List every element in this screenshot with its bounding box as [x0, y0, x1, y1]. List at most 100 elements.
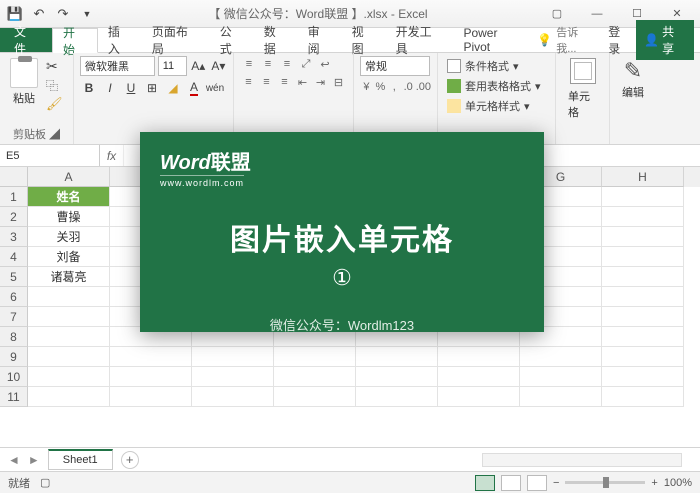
undo-icon[interactable]: ↶	[28, 3, 50, 25]
row-header[interactable]: 10	[0, 367, 28, 387]
zoom-out-icon[interactable]: −	[553, 477, 559, 489]
tab-insert[interactable]: 插入	[98, 28, 142, 52]
cell[interactable]	[274, 387, 356, 407]
macro-record-icon[interactable]: ▢	[40, 476, 50, 489]
cell[interactable]	[602, 307, 684, 327]
font-size-combo[interactable]: 11	[158, 56, 187, 76]
cell[interactable]	[192, 367, 274, 387]
cell-style-button[interactable]: 单元格样式 ▾	[444, 96, 549, 116]
align-center-icon[interactable]: ≡	[258, 74, 275, 90]
cell[interactable]	[274, 367, 356, 387]
cell[interactable]	[192, 347, 274, 367]
cell[interactable]	[438, 387, 520, 407]
merge-icon[interactable]: ⊟	[330, 74, 347, 90]
horizontal-scrollbar[interactable]	[482, 453, 682, 467]
align-top-icon[interactable]: ≡	[240, 56, 258, 72]
cell[interactable]	[602, 227, 684, 247]
number-format-combo[interactable]: 常规	[360, 56, 430, 76]
tab-dev[interactable]: 开发工具	[386, 28, 454, 52]
cell[interactable]	[602, 367, 684, 387]
cell[interactable]	[356, 387, 438, 407]
dec-decimal-icon[interactable]: .00	[416, 79, 431, 95]
view-normal-icon[interactable]	[475, 475, 495, 491]
select-all-corner[interactable]	[0, 167, 28, 187]
redo-icon[interactable]: ↷	[52, 3, 74, 25]
cells-button[interactable]: 单元格	[562, 56, 603, 122]
cell[interactable]	[602, 187, 684, 207]
cell[interactable]	[28, 307, 110, 327]
indent-dec-icon[interactable]: ⇤	[294, 74, 311, 90]
tab-review[interactable]: 审阅	[298, 28, 342, 52]
cell[interactable]	[602, 287, 684, 307]
cell[interactable]	[356, 367, 438, 387]
cell[interactable]	[110, 367, 192, 387]
tab-data[interactable]: 数据	[254, 28, 298, 52]
view-pagebreak-icon[interactable]	[527, 475, 547, 491]
align-bot-icon[interactable]: ≡	[278, 56, 296, 72]
row-header[interactable]: 1	[0, 187, 28, 207]
font-name-combo[interactable]: 微软雅黑	[80, 56, 155, 76]
cell[interactable]: 关羽	[28, 227, 110, 247]
currency-icon[interactable]: ¥	[360, 79, 373, 95]
fill-color-icon[interactable]: ◢	[164, 79, 182, 97]
increase-font-icon[interactable]: A▴	[190, 57, 207, 75]
sheet-nav-prev-icon[interactable]: ◄	[8, 453, 20, 467]
cell[interactable]	[602, 327, 684, 347]
zoom-in-icon[interactable]: +	[651, 477, 657, 489]
row-header[interactable]: 5	[0, 267, 28, 287]
bold-button[interactable]: B	[80, 79, 98, 97]
border-icon[interactable]: ⊞	[143, 79, 161, 97]
cell[interactable]	[520, 387, 602, 407]
cell[interactable]	[602, 387, 684, 407]
cell[interactable]	[520, 347, 602, 367]
font-color-icon[interactable]: A	[185, 79, 203, 97]
name-box[interactable]: E5	[0, 145, 100, 166]
cond-format-button[interactable]: 条件格式 ▾	[444, 56, 549, 76]
sheet-nav-next-icon[interactable]: ►	[28, 453, 40, 467]
add-sheet-button[interactable]: +	[121, 451, 139, 469]
tell-me[interactable]: 告诉我...	[556, 24, 598, 56]
tab-home[interactable]: 开始	[52, 28, 98, 53]
cell[interactable]	[520, 367, 602, 387]
row-header[interactable]: 6	[0, 287, 28, 307]
row-header[interactable]: 2	[0, 207, 28, 227]
fx-icon[interactable]: fx	[100, 145, 124, 166]
underline-button[interactable]: U	[122, 79, 140, 97]
minimize-icon[interactable]: —	[578, 3, 616, 25]
row-header[interactable]: 7	[0, 307, 28, 327]
sheet-tab-1[interactable]: Sheet1	[48, 449, 113, 470]
row-header[interactable]: 8	[0, 327, 28, 347]
cell[interactable]	[110, 387, 192, 407]
col-header[interactable]: H	[602, 167, 684, 187]
cell[interactable]	[602, 347, 684, 367]
inc-decimal-icon[interactable]: .0	[402, 79, 415, 95]
cell[interactable]	[28, 367, 110, 387]
cell[interactable]	[602, 267, 684, 287]
cell[interactable]: 姓名	[28, 187, 110, 207]
row-header[interactable]: 9	[0, 347, 28, 367]
indent-inc-icon[interactable]: ⇥	[312, 74, 329, 90]
zoom-slider[interactable]	[565, 481, 645, 484]
zoom-level[interactable]: 100%	[664, 477, 692, 489]
cell[interactable]: 曹操	[28, 207, 110, 227]
cut-icon[interactable]: ✂	[46, 58, 63, 75]
tab-file[interactable]: 文件	[0, 28, 52, 52]
save-icon[interactable]: 💾	[4, 3, 26, 25]
paste-button[interactable]: 粘贴	[6, 56, 42, 112]
cell[interactable]	[28, 287, 110, 307]
editing-button[interactable]: ✎ 编辑	[616, 56, 650, 102]
cell[interactable]	[438, 347, 520, 367]
row-header[interactable]: 4	[0, 247, 28, 267]
view-layout-icon[interactable]	[501, 475, 521, 491]
cell[interactable]	[274, 347, 356, 367]
comma-icon[interactable]: ,	[388, 79, 401, 95]
format-painter-icon[interactable]: 🖌	[46, 96, 63, 112]
cell[interactable]: 诸葛亮	[28, 267, 110, 287]
align-left-icon[interactable]: ≡	[240, 74, 257, 90]
cell[interactable]	[28, 327, 110, 347]
cell[interactable]	[438, 367, 520, 387]
ribbon-options-icon[interactable]: ▢	[538, 3, 576, 25]
cell[interactable]	[192, 387, 274, 407]
cell[interactable]	[28, 347, 110, 367]
qat-more-icon[interactable]: ▼	[76, 3, 98, 25]
